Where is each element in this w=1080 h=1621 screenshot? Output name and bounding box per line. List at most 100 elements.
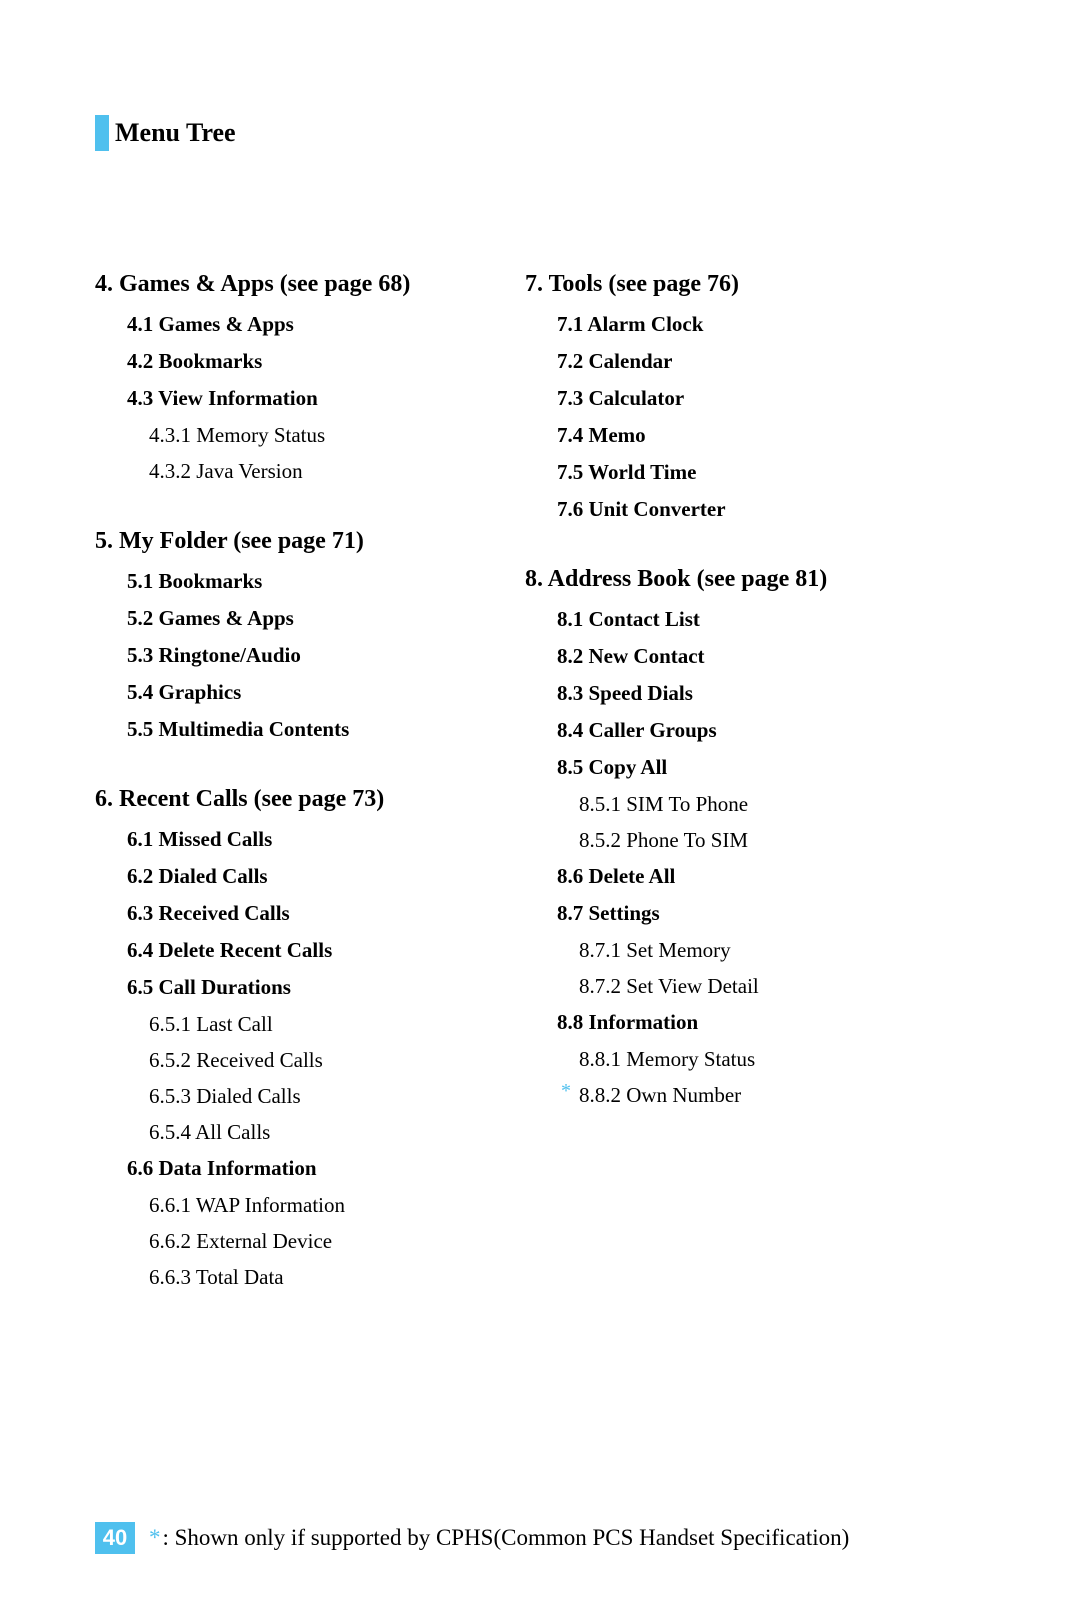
- section-title: 4. Games & Apps (see page 68): [95, 271, 485, 298]
- menu-item: 4.1 Games & Apps: [127, 312, 485, 337]
- menu-item-label: 8.6 Delete All: [557, 864, 675, 888]
- menu-item: 8.5 Copy All: [557, 755, 915, 780]
- menu-item: 7.3 Calculator: [557, 386, 915, 411]
- menu-section: 8. Address Book (see page 81) 8.1 Contact…: [525, 566, 915, 1108]
- menu-item-label: 5.4 Graphics: [127, 680, 241, 704]
- menu-item: 6.5.4 All Calls: [149, 1120, 485, 1145]
- content-columns: 4. Games & Apps (see page 68) 4.1 Games &…: [95, 271, 990, 1334]
- menu-item: 5.3 Ringtone/Audio: [127, 643, 485, 668]
- menu-item-label: 8.5 Copy All: [557, 755, 667, 779]
- menu-item-label: 6.1 Missed Calls: [127, 827, 272, 851]
- menu-item-label: 7.1 Alarm Clock: [557, 312, 703, 336]
- page-header: Menu Tree: [95, 115, 990, 151]
- section-title: 7. Tools (see page 76): [525, 271, 915, 298]
- menu-item: 5.4 Graphics: [127, 680, 485, 705]
- footer-note: *: Shown only if supported by CPHS(Commo…: [149, 1525, 849, 1551]
- menu-item: 4.3 View Information: [127, 386, 485, 411]
- menu-item: 8.7.2 Set View Detail: [579, 974, 915, 999]
- menu-item: *8.8.2 Own Number: [579, 1083, 915, 1108]
- section-title: 8. Address Book (see page 81): [525, 566, 915, 593]
- menu-item-label: 4.3.1 Memory Status: [149, 423, 325, 447]
- menu-item-label: 7.6 Unit Converter: [557, 497, 726, 521]
- menu-item-label: 4.2 Bookmarks: [127, 349, 262, 373]
- menu-item: 6.5.1 Last Call: [149, 1012, 485, 1037]
- menu-item-label: 8.5.1 SIM To Phone: [579, 792, 748, 816]
- menu-item: 4.3.1 Memory Status: [149, 423, 485, 448]
- page: Menu Tree 4. Games & Apps (see page 68)4…: [0, 0, 1080, 1334]
- menu-item: 7.1 Alarm Clock: [557, 312, 915, 337]
- menu-item-label: 4.1 Games & Apps: [127, 312, 294, 336]
- menu-item: 8.5.1 SIM To Phone: [579, 792, 915, 817]
- menu-item-label: 5.3 Ringtone/Audio: [127, 643, 301, 667]
- menu-item: 8.1 Contact List: [557, 607, 915, 632]
- menu-item-label: 8.4 Caller Groups: [557, 718, 717, 742]
- menu-item: 8.3 Speed Dials: [557, 681, 915, 706]
- menu-section: 5. My Folder (see page 71) 5.1 Bookmarks 5…: [95, 528, 485, 742]
- menu-item: 8.6 Delete All: [557, 864, 915, 889]
- menu-item-label: 6.6.2 External Device: [149, 1229, 332, 1253]
- menu-item-label: 7.2 Calendar: [557, 349, 673, 373]
- menu-item: 5.2 Games & Apps: [127, 606, 485, 631]
- menu-section: 7. Tools (see page 76) 7.1 Alarm Clock 7.2…: [525, 271, 915, 522]
- menu-item-label: 4.3 View Information: [127, 386, 318, 410]
- menu-item: 7.5 World Time: [557, 460, 915, 485]
- menu-section: 4. Games & Apps (see page 68) 4.1 Games &…: [95, 271, 485, 484]
- section-title: 5. My Folder (see page 71): [95, 528, 485, 555]
- menu-item: 7.4 Memo: [557, 423, 915, 448]
- menu-item: 6.6.2 External Device: [149, 1229, 485, 1254]
- menu-item-label: 6.5.1 Last Call: [149, 1012, 273, 1036]
- menu-item: 6.6.1 WAP Information: [149, 1193, 485, 1218]
- menu-item-label: 7.4 Memo: [557, 423, 646, 447]
- menu-item: 4.2 Bookmarks: [127, 349, 485, 374]
- menu-item-label: 6.6 Data Information: [127, 1156, 317, 1180]
- menu-item-label: 8.2 New Contact: [557, 644, 705, 668]
- menu-item: 6.6 Data Information: [127, 1156, 485, 1181]
- menu-item: 8.2 New Contact: [557, 644, 915, 669]
- menu-item-label: 8.7.1 Set Memory: [579, 938, 731, 962]
- menu-item-label: 6.6.3 Total Data: [149, 1265, 284, 1289]
- menu-item-label: 6.5.3 Dialed Calls: [149, 1084, 301, 1108]
- menu-item-label: 8.5.2 Phone To SIM: [579, 828, 748, 852]
- header-accent-bar: [95, 115, 109, 151]
- menu-item-label: 6.5 Call Durations: [127, 975, 291, 999]
- menu-item-label: 8.8.1 Memory Status: [579, 1047, 755, 1071]
- menu-item: 6.5.2 Received Calls: [149, 1048, 485, 1073]
- menu-item: 8.5.2 Phone To SIM: [579, 828, 915, 853]
- menu-item: 6.1 Missed Calls: [127, 827, 485, 852]
- right-column: 7. Tools (see page 76) 7.1 Alarm Clock 7.2…: [525, 271, 915, 1334]
- menu-item: 8.7 Settings: [557, 901, 915, 926]
- menu-item: 8.4 Caller Groups: [557, 718, 915, 743]
- menu-item: 6.2 Dialed Calls: [127, 864, 485, 889]
- menu-item-label: 6.3 Received Calls: [127, 901, 290, 925]
- menu-item: 8.8.1 Memory Status: [579, 1047, 915, 1072]
- page-title: Menu Tree: [115, 118, 236, 148]
- menu-item-label: 8.7.2 Set View Detail: [579, 974, 759, 998]
- menu-item: 7.6 Unit Converter: [557, 497, 915, 522]
- menu-item-label: 6.2 Dialed Calls: [127, 864, 268, 888]
- menu-item: 6.5 Call Durations: [127, 975, 485, 1000]
- section-title: 6. Recent Calls (see page 73): [95, 786, 485, 813]
- menu-item-label: 7.3 Calculator: [557, 386, 684, 410]
- menu-item: 6.6.3 Total Data: [149, 1265, 485, 1290]
- menu-item-label: 6.6.1 WAP Information: [149, 1193, 345, 1217]
- menu-item: 5.5 Multimedia Contents: [127, 717, 485, 742]
- page-number: 40: [95, 1522, 135, 1554]
- menu-item: 6.3 Received Calls: [127, 901, 485, 926]
- menu-item-label: 6.4 Delete Recent Calls: [127, 938, 332, 962]
- menu-item-label: 8.3 Speed Dials: [557, 681, 693, 705]
- menu-item: 4.3.2 Java Version: [149, 459, 485, 484]
- menu-item: 8.7.1 Set Memory: [579, 938, 915, 963]
- menu-item-label: 8.8 Information: [557, 1010, 698, 1034]
- asterisk-icon: *: [149, 1525, 161, 1550]
- left-column: 4. Games & Apps (see page 68) 4.1 Games &…: [95, 271, 485, 1334]
- asterisk-icon: *: [561, 1080, 571, 1103]
- menu-item-label: 4.3.2 Java Version: [149, 459, 303, 483]
- menu-section: 6. Recent Calls (see page 73) 6.1 Missed …: [95, 786, 485, 1290]
- menu-item-label: 6.5.4 All Calls: [149, 1120, 270, 1144]
- menu-item: 6.4 Delete Recent Calls: [127, 938, 485, 963]
- menu-item-label: 5.5 Multimedia Contents: [127, 717, 349, 741]
- menu-item: 7.2 Calendar: [557, 349, 915, 374]
- menu-item: 6.5.3 Dialed Calls: [149, 1084, 485, 1109]
- menu-item-label: 5.2 Games & Apps: [127, 606, 294, 630]
- menu-item: 5.1 Bookmarks: [127, 569, 485, 594]
